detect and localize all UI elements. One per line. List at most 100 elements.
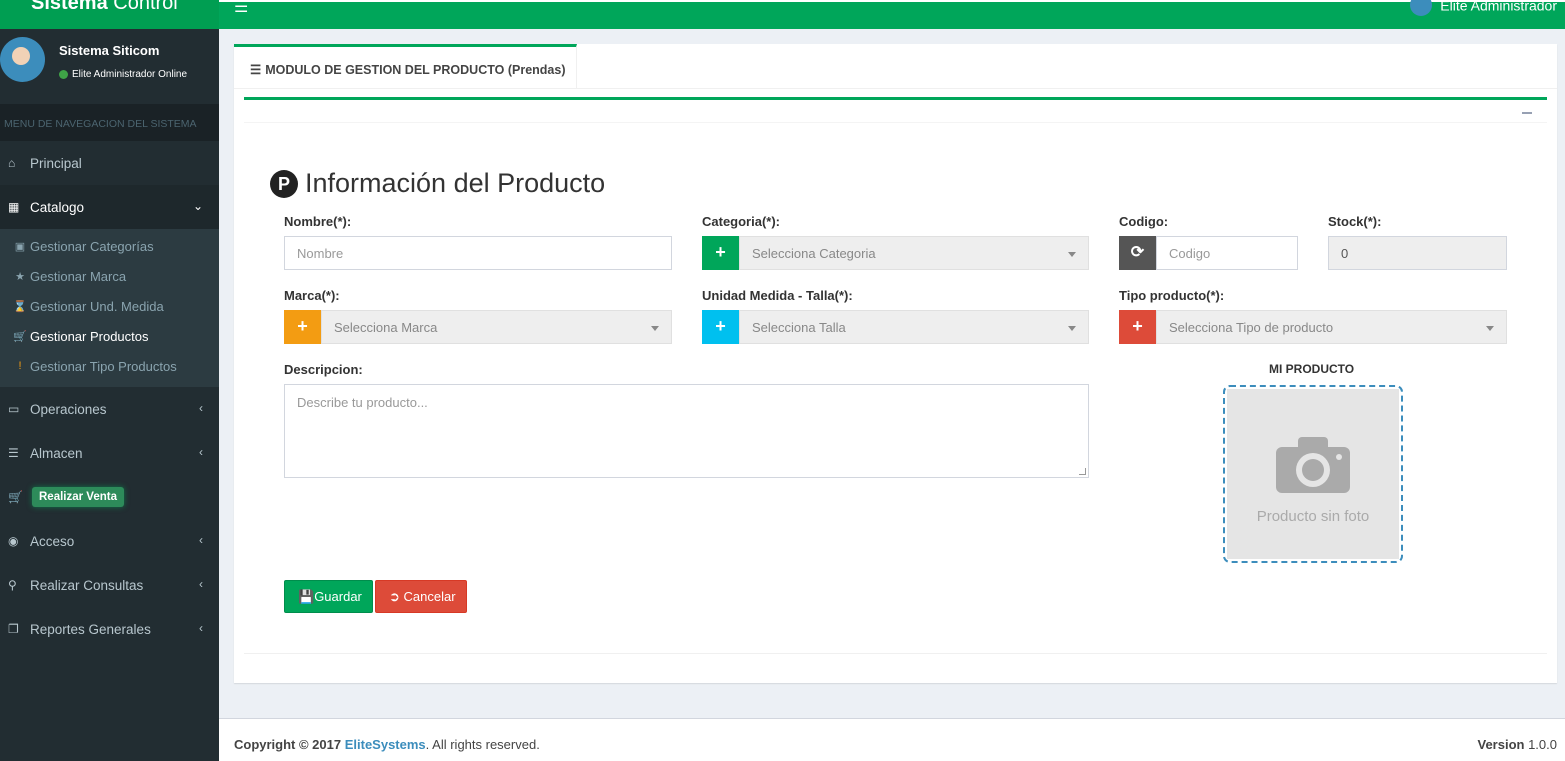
photo-placeholder: Producto sin foto	[1227, 389, 1399, 559]
lock-icon: ◉	[8, 534, 19, 548]
save-button[interactable]: 💾Guardar	[284, 580, 373, 613]
subitem-label: Gestionar Categorías	[30, 238, 154, 254]
sidebar-item-label: Reportes Generales	[30, 621, 151, 637]
add-unidad-button[interactable]: +	[702, 310, 739, 344]
sidebar-item-catalogo[interactable]: ▦ Catalogo ⌄	[0, 185, 219, 229]
sidebar-item-reportes[interactable]: ❐ Reportes Generales ‹	[0, 607, 219, 651]
add-categoria-button[interactable]: +	[702, 236, 739, 270]
nombre-label: Nombre(*):	[284, 214, 352, 229]
footer-rights: . All rights reserved.	[425, 737, 540, 752]
hamburger-icon[interactable]: ☰	[234, 0, 248, 17]
p-circle-icon: P	[270, 170, 298, 198]
photo-placeholder-text: Producto sin foto	[1256, 508, 1370, 525]
exclamation-icon: !	[18, 360, 22, 372]
sidebar-subitem-productos[interactable]: 🛒 Gestionar Productos	[0, 321, 219, 351]
save-icon: 💾	[298, 589, 315, 604]
sidebar-item-acceso[interactable]: ◉ Acceso ‹	[0, 519, 219, 563]
chevron-left-icon: ‹	[199, 621, 203, 635]
tab-label: MODULO DE GESTION DEL PRODUCTO (Prendas)	[265, 63, 566, 77]
page-title: P Información del Producto	[270, 168, 605, 199]
star-icon: ★	[15, 270, 25, 283]
box-footer-divider	[244, 653, 1547, 654]
user-panel: Sistema Siticom Elite Administrador Onli…	[0, 29, 219, 104]
tab-divider	[234, 88, 1557, 89]
caret-down-icon	[1068, 326, 1076, 331]
product-photo-dropzone[interactable]: Producto sin foto	[1223, 385, 1403, 563]
user-menu[interactable]: Elite Administrador	[1410, 0, 1557, 18]
sidebar-item-realizar-venta[interactable]: 🛒 Realizar Venta	[0, 475, 219, 519]
codigo-label: Codigo:	[1119, 214, 1169, 229]
unidad-select[interactable]: Selecciona Talla	[739, 310, 1089, 344]
chevron-left-icon: ‹	[199, 445, 203, 459]
sidebar-subitem-marca[interactable]: ★ Gestionar Marca	[0, 261, 219, 291]
footer-copyright: Copyright © 2017	[234, 737, 345, 752]
hourglass-icon: ⌛	[13, 300, 27, 313]
caret-down-icon	[651, 326, 659, 331]
caret-down-icon	[1068, 252, 1076, 257]
laptop-icon: ▭	[8, 402, 20, 416]
sidebar-item-label: Almacen	[30, 445, 83, 461]
refresh-codigo-button[interactable]: ⟳	[1119, 236, 1156, 270]
nombre-input[interactable]: Nombre	[284, 236, 672, 270]
categoria-label: Categoria(*):	[702, 214, 781, 229]
cancel-circle-icon: ➲	[389, 589, 404, 604]
marca-select[interactable]: Selecciona Marca	[321, 310, 672, 344]
stock-label: Stock(*):	[1328, 214, 1382, 229]
app-logo[interactable]: Sistema Control	[0, 0, 219, 29]
page-title-text: Información del Producto	[305, 168, 606, 198]
sidebar-menu: ⌂ Principal ▦ Catalogo ⌄ ▣ Gestionar Cate…	[0, 141, 219, 651]
unidad-label: Unidad Medida - Talla(*):	[702, 288, 853, 303]
categoria-select[interactable]: Selecciona Categoria	[739, 236, 1089, 270]
stock-input[interactable]: 0	[1328, 236, 1507, 270]
tipo-label: Tipo producto(*):	[1119, 288, 1225, 303]
sidebar: Sistema Siticom Elite Administrador Onli…	[0, 29, 219, 761]
subitem-label: Gestionar Tipo Productos	[30, 358, 177, 374]
cube-icon: ▣	[14, 240, 26, 253]
subitem-label: Gestionar Und. Medida	[30, 298, 164, 314]
sidebar-item-label: Principal	[30, 155, 82, 171]
footer-company-link[interactable]: EliteSystems	[345, 737, 426, 752]
clone-icon: ❐	[8, 622, 19, 636]
collapse-minus-icon[interactable]	[1522, 112, 1532, 114]
sidebar-subitem-tipo-productos[interactable]: ! Gestionar Tipo Productos	[0, 351, 219, 381]
add-marca-button[interactable]: +	[284, 310, 321, 344]
box-header-divider	[244, 122, 1547, 123]
resize-handle-icon[interactable]	[1079, 468, 1086, 475]
sidebar-subitem-und-medida[interactable]: ⌛ Gestionar Und. Medida	[0, 291, 219, 321]
footer-version: Version 1.0.0	[1477, 737, 1558, 752]
box-top-border	[244, 97, 1547, 100]
sidebar-item-principal[interactable]: ⌂ Principal	[0, 141, 219, 185]
sidebar-user-status: Elite Administrador Online	[59, 69, 187, 80]
camera-icon	[1276, 437, 1350, 493]
descripcion-textarea[interactable]: Describe tu producto...	[284, 384, 1089, 478]
top-navbar: ☰ Elite Administrador	[219, 0, 1565, 29]
cancel-button[interactable]: ➲ Cancelar	[375, 580, 467, 613]
logo-rest: Control	[107, 0, 178, 14]
cart-icon: 🛒	[8, 490, 23, 504]
logo-bold: Sistema	[31, 0, 108, 14]
footer: Copyright © 2017 EliteSystems. All right…	[219, 718, 1565, 761]
sidebar-item-consultas[interactable]: ⚲ Realizar Consultas ‹	[0, 563, 219, 607]
online-dot-icon	[59, 69, 68, 79]
database-icon: ☰	[8, 446, 19, 460]
tipo-select[interactable]: Selecciona Tipo de producto	[1156, 310, 1507, 344]
caret-down-icon	[1486, 326, 1494, 331]
sidebar-subitem-categorias[interactable]: ▣ Gestionar Categorías	[0, 231, 219, 261]
descripcion-label: Descripcion:	[284, 362, 363, 377]
chevron-down-icon: ⌄	[192, 199, 203, 213]
chevron-left-icon: ‹	[199, 533, 203, 547]
product-box: ☰ MODULO DE GESTION DEL PRODUCTO (Prendas…	[234, 44, 1557, 683]
avatar	[0, 37, 45, 82]
realizar-venta-badge[interactable]: Realizar Venta	[32, 487, 124, 507]
sidebar-item-operaciones[interactable]: ▭ Operaciones ‹	[0, 387, 219, 431]
user-menu-name: Elite Administrador	[1440, 0, 1557, 14]
sidebar-item-label: Catalogo	[30, 199, 85, 215]
cart-icon: 🛒	[13, 330, 27, 343]
tab-gestion-producto[interactable]: ☰ MODULO DE GESTION DEL PRODUCTO (Prendas…	[234, 44, 577, 88]
sidebar-item-almacen[interactable]: ☰ Almacen ‹	[0, 431, 219, 475]
codigo-input[interactable]: Codigo	[1156, 236, 1298, 270]
add-tipo-button[interactable]: +	[1119, 310, 1156, 344]
sidebar-item-label: Acceso	[30, 533, 75, 549]
marca-label: Marca(*):	[284, 288, 340, 303]
subitem-label: Gestionar Productos	[30, 328, 149, 344]
